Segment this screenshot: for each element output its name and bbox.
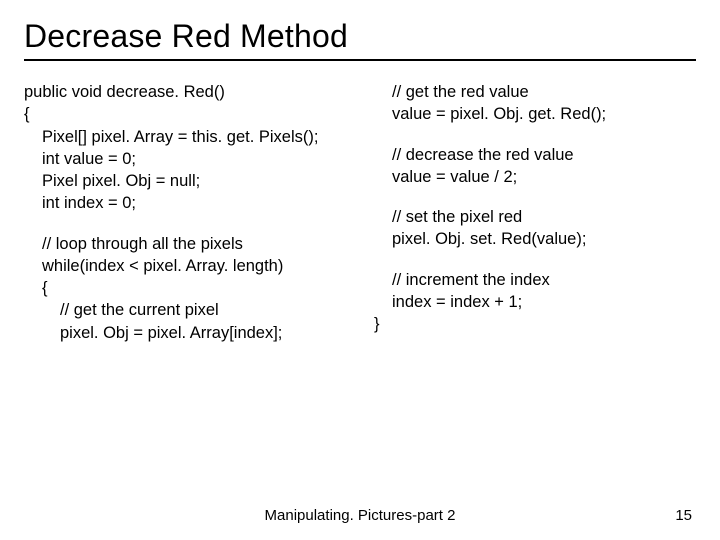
code-line: // increment the index <box>374 269 696 291</box>
code-line: value = pixel. Obj. get. Red(); <box>374 103 696 125</box>
code-line: // get the red value <box>374 81 696 103</box>
code-line: public void decrease. Red() <box>24 81 346 103</box>
left-column: public void decrease. Red() { Pixel[] pi… <box>24 81 346 362</box>
code-block: // get the red value value = pixel. Obj.… <box>374 81 696 126</box>
code-line: index = index + 1; <box>374 291 696 313</box>
code-line: pixel. Obj. set. Red(value); <box>374 228 696 250</box>
code-line: pixel. Obj = pixel. Array[index]; <box>24 322 346 344</box>
code-line: // set the pixel red <box>374 206 696 228</box>
code-line: // loop through all the pixels <box>24 233 346 255</box>
code-line: // decrease the red value <box>374 144 696 166</box>
right-column: // get the red value value = pixel. Obj.… <box>374 81 696 362</box>
code-line: // get the current pixel <box>24 299 346 321</box>
code-line: int value = 0; <box>24 148 346 170</box>
code-line: while(index < pixel. Array. length) <box>24 255 346 277</box>
code-block: // loop through all the pixels while(ind… <box>24 233 346 344</box>
page-number: 15 <box>675 507 692 524</box>
code-line: Pixel pixel. Obj = null; <box>24 170 346 192</box>
code-line: { <box>24 277 346 299</box>
code-line: { <box>24 103 346 125</box>
code-block: // set the pixel red pixel. Obj. set. Re… <box>374 206 696 251</box>
code-line: Pixel[] pixel. Array = this. get. Pixels… <box>24 126 346 148</box>
code-columns: public void decrease. Red() { Pixel[] pi… <box>24 81 696 362</box>
code-block: // increment the index index = index + 1… <box>374 269 696 336</box>
code-block: public void decrease. Red() { Pixel[] pi… <box>24 81 346 215</box>
code-line: int index = 0; <box>24 192 346 214</box>
footer-text: Manipulating. Pictures-part 2 <box>0 507 720 524</box>
code-block: // decrease the red value value = value … <box>374 144 696 189</box>
page-title: Decrease Red Method <box>24 18 696 61</box>
code-line: } <box>374 313 696 335</box>
slide: Decrease Red Method public void decrease… <box>0 0 720 362</box>
code-line: value = value / 2; <box>374 166 696 188</box>
